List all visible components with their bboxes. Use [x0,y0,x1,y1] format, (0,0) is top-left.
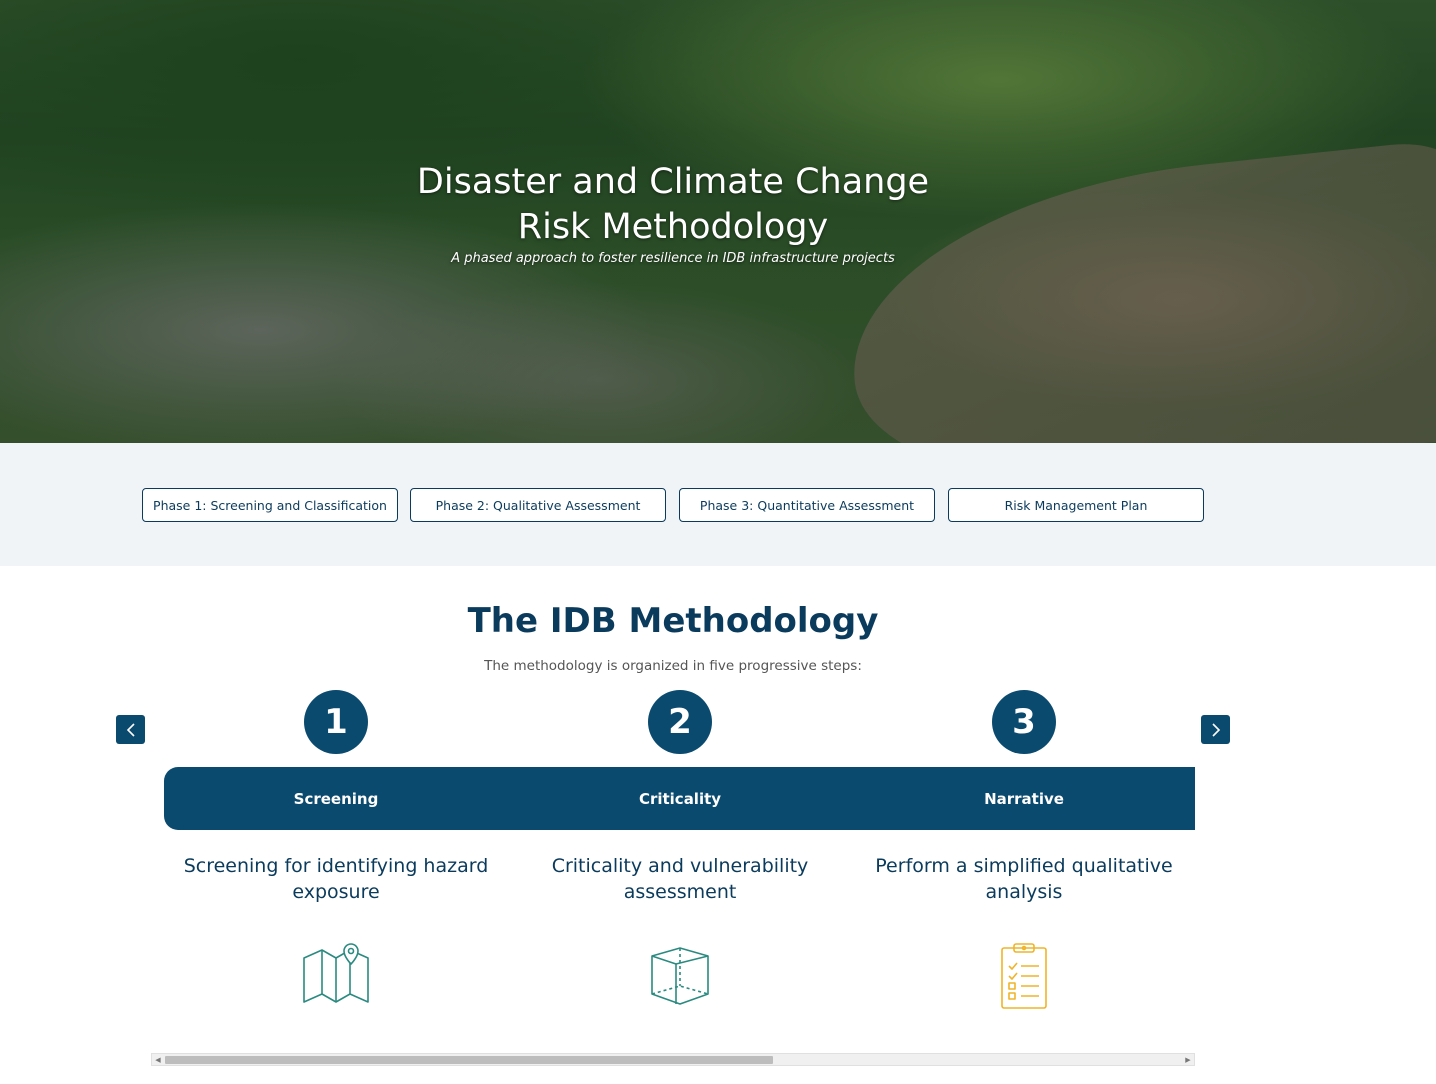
map-pin-icon [303,943,369,1003]
risk-management-plan-button[interactable]: Risk Management Plan [948,488,1204,522]
phase-1-button[interactable]: Phase 1: Screening and Classification [142,488,398,522]
page-title-line1: Disaster and Climate Change [416,162,930,202]
step-number-badge: 1 [304,690,368,754]
hero-banner: Disaster and Climate Change Risk Methodo… [0,0,1436,443]
methodology-subtitle: The methodology is organized in five pro… [484,658,862,674]
steps-carousel: 1 Screening Screening for identifying ha… [164,690,1195,1030]
phase-navigation: Phase 1: Screening and Classification Ph… [0,443,1436,566]
step-label: Criticality [638,789,722,808]
page-title: Disaster and Climate Change Risk Methodo… [318,160,1028,250]
step-card-narrative[interactable]: 3 Narrative Perform a simplified qualita… [852,690,1195,1030]
step-card-screening[interactable]: 1 Screening Screening for identifying ha… [164,690,508,1030]
step-number-badge: 2 [648,690,712,754]
scroll-left-arrow-icon[interactable]: ◀ [152,1054,164,1065]
chevron-right-icon [1211,722,1220,737]
horizontal-scrollbar[interactable]: ◀ ▶ [151,1053,1195,1066]
phase-2-button[interactable]: Phase 2: Qualitative Assessment [410,488,666,522]
step-description: Screening for identifying hazard exposur… [183,855,489,903]
carousel-prev-button[interactable] [116,715,145,744]
page-subtitle: A phased approach to foster resilience i… [451,251,895,266]
scrollbar-thumb[interactable] [165,1056,773,1064]
page-title-line2: Risk Methodology [517,207,829,247]
scroll-right-arrow-icon[interactable]: ▶ [1182,1054,1194,1065]
methodology-title: The IDB Methodology [467,601,879,641]
cube-icon [651,947,709,1005]
phase-3-button[interactable]: Phase 3: Quantitative Assessment [679,488,935,522]
step-number-badge: 3 [992,690,1056,754]
step-description: Perform a simplified qualitative analysi… [875,855,1173,903]
step-label: Narrative [984,789,1064,808]
chevron-left-icon [126,722,135,737]
step-label: Screening [293,789,379,808]
clipboard-checklist-icon [1001,943,1047,1009]
step-card-criticality[interactable]: 2 Criticality Criticality and vulnerabil… [508,690,852,1030]
carousel-next-button[interactable] [1201,715,1230,744]
step-description: Criticality and vulnerability assessment [551,855,809,903]
